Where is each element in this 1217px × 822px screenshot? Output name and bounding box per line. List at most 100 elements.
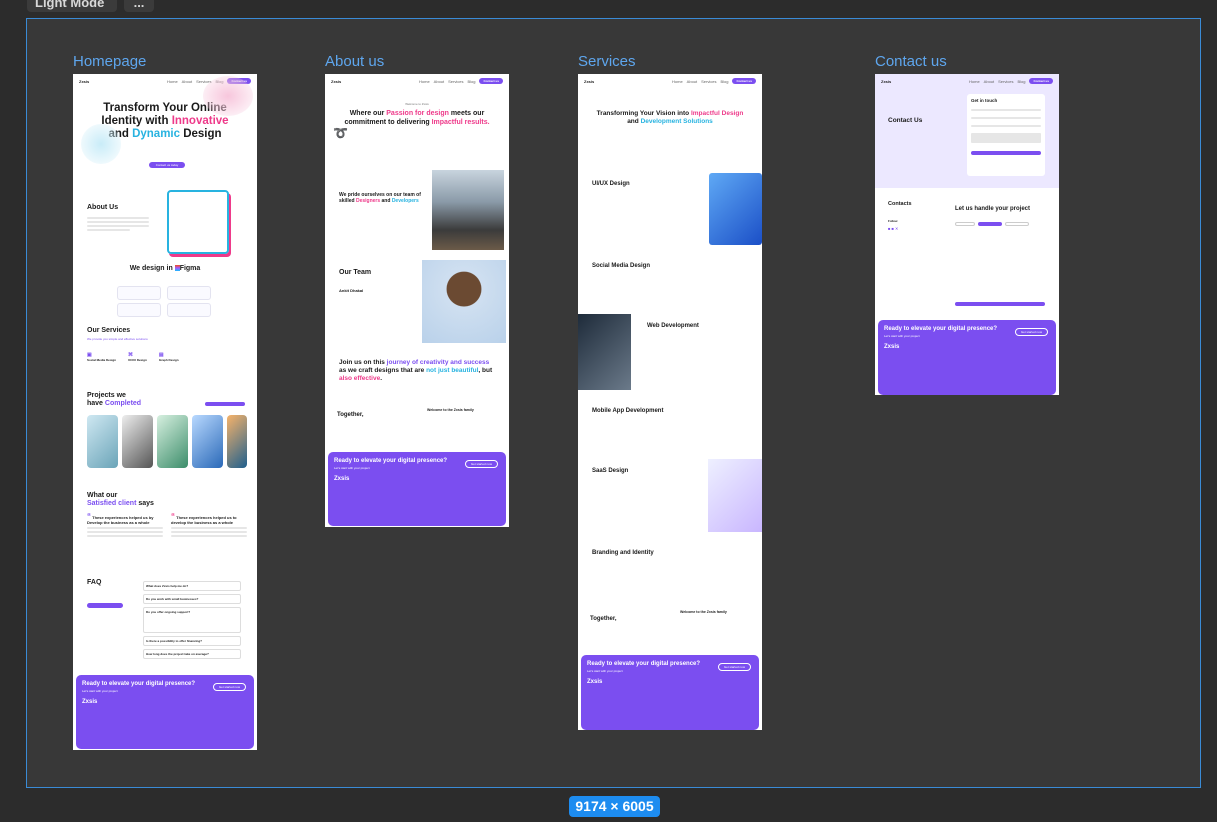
about-hero-1a: Where our <box>349 110 387 117</box>
nav-contact-button[interactable]: Contact us <box>479 78 503 84</box>
nav-home[interactable]: Home <box>672 79 683 84</box>
cta-button[interactable]: Get started now <box>464 460 498 468</box>
about-frame[interactable]: Zxsis Home About Services Blog Contact u… <box>325 74 509 527</box>
faq-contact-button[interactable] <box>87 603 123 608</box>
projects-line-2a: have <box>87 400 105 407</box>
join-1a: Join us on this <box>339 359 387 366</box>
nav-home[interactable]: Home <box>167 79 178 84</box>
testimonials-line-2b: says <box>136 500 154 507</box>
services-hero-1a: Transforming Your Vision into <box>596 110 691 117</box>
contact-title: Contact Us <box>888 117 923 124</box>
footer-logo: Zxsis <box>334 476 350 482</box>
design-in-heading: We design in Figma <box>73 265 257 272</box>
faq-item[interactable]: How long does the project take on averag… <box>143 649 241 659</box>
nav-blog[interactable]: Blog <box>467 79 475 84</box>
frame-label-services[interactable]: Services <box>578 53 636 70</box>
project-send-button[interactable] <box>955 302 1045 306</box>
projects-tab[interactable] <box>205 402 245 406</box>
join-3a: also effective <box>339 375 381 382</box>
nav-services[interactable]: Services <box>998 79 1013 84</box>
hero-line-3c: Design <box>180 128 222 140</box>
site-nav: Zxsis Home About Services Blog Contact u… <box>875 74 1059 88</box>
form-field[interactable] <box>971 125 1041 127</box>
services-title: Our Services <box>87 327 131 334</box>
join-3b: . <box>380 375 382 382</box>
projects-line-2b: Completed <box>104 400 142 407</box>
handle-project-title: Let us handle your project <box>955 206 1031 212</box>
section-social: Social Media Design <box>592 263 651 269</box>
nav-services[interactable]: Services <box>448 79 463 84</box>
form-field[interactable] <box>971 117 1041 119</box>
family-title: Welcome to the Zxsis family <box>427 408 474 412</box>
homepage-frame[interactable]: Zxsis Home About Services Blog Contact u… <box>73 74 257 750</box>
contact-frame[interactable]: Zxsis Home About Services Blog Contact u… <box>875 74 1059 395</box>
contact-form: Get in touch <box>967 94 1045 176</box>
form-send-button[interactable] <box>971 151 1041 155</box>
more-button[interactable]: ... <box>124 0 154 12</box>
about-hero-1c: meets our <box>448 110 485 117</box>
frame-label-about[interactable]: About us <box>325 53 384 70</box>
frame-label-homepage[interactable]: Homepage <box>73 53 146 70</box>
join-1b: journey of creativity and success <box>386 359 490 366</box>
nav-contact-button[interactable]: Contact us <box>1029 78 1053 84</box>
swirl-icon: ➰ <box>333 126 348 140</box>
cta-banner: Ready to elevate your digital presence? … <box>878 320 1056 395</box>
service-item: ⌘ UI/UX Design <box>128 352 147 362</box>
section-branding: Branding and Identity <box>592 550 654 556</box>
services-hero-1b: Impactful Design <box>690 110 744 117</box>
about-hero-2b: Impactful results. <box>431 119 490 126</box>
project-thumb <box>87 415 118 468</box>
project-thumb <box>157 415 188 468</box>
social-icons[interactable]: ■ ■ ✕ <box>888 226 898 231</box>
site-nav: Zxsis Home About Services Blog Contact u… <box>325 74 509 88</box>
frame-label-contact[interactable]: Contact us <box>875 53 947 70</box>
services-hero-2b: Development Solutions <box>640 118 713 125</box>
section-web: Web Development <box>647 323 699 329</box>
nav-about[interactable]: About <box>182 79 192 84</box>
form-title: Get in touch <box>971 98 998 103</box>
hero-line-3b: Dynamic <box>132 128 181 140</box>
pride-line-2c: and <box>380 198 392 204</box>
budget-chips[interactable] <box>955 222 1029 226</box>
faq-list: What does Zxsis help me do? Do you work … <box>143 581 241 659</box>
faq-item[interactable]: Do you offer ongoing support? <box>143 607 241 633</box>
cta-button[interactable]: Get started now <box>1014 328 1048 336</box>
faq-item[interactable]: Do you work with small businesses? <box>143 594 241 604</box>
nav-contact-button[interactable]: Contact us <box>732 78 756 84</box>
logo: Zxsis <box>584 78 595 84</box>
hero-button[interactable]: Contact us today <box>148 162 186 168</box>
faq-item[interactable]: What does Zxsis help me do? <box>143 581 241 591</box>
logo: Zxsis <box>331 78 342 84</box>
form-field[interactable] <box>971 109 1041 111</box>
faq-item[interactable]: Is there a possibility to offer financin… <box>143 636 241 646</box>
nav-home[interactable]: Home <box>419 79 430 84</box>
nav-services[interactable]: Services <box>701 79 716 84</box>
section-saas: SaaS Design <box>592 468 629 474</box>
hero-line-2a: Identity with <box>101 115 172 127</box>
project-thumb <box>227 415 247 468</box>
cta-banner: Ready to elevate your digital presence? … <box>581 655 759 730</box>
footer-logo: Zxsis <box>884 344 900 350</box>
form-message[interactable] <box>971 133 1041 143</box>
join-2a: as we craft designs that are <box>339 367 427 374</box>
welcome-label: Welcome to Zxsis <box>405 102 429 106</box>
cta-button[interactable]: Get started now <box>717 663 751 671</box>
hero-line-2b: Innovative <box>171 115 229 127</box>
project-thumb <box>122 415 153 468</box>
team-title: Our Team <box>339 269 372 276</box>
cta-button[interactable]: Get started now <box>212 683 246 691</box>
nav-about[interactable]: About <box>984 79 994 84</box>
project-thumb <box>192 415 223 468</box>
light-mode-toggle[interactable]: Light Mode <box>27 0 117 12</box>
nav-about[interactable]: About <box>434 79 444 84</box>
nav-home[interactable]: Home <box>969 79 980 84</box>
services-frame[interactable]: Zxsis Home About Services Blog Contact u… <box>578 74 762 730</box>
follow-label: Follow <box>888 219 898 223</box>
member-name: Ankit Dhakal <box>339 288 364 293</box>
nav-about[interactable]: About <box>687 79 697 84</box>
feature-card <box>167 286 211 300</box>
project-gallery <box>87 415 247 468</box>
nav-blog[interactable]: Blog <box>720 79 728 84</box>
nav-blog[interactable]: Blog <box>1017 79 1025 84</box>
site-nav: Zxsis Home About Services Blog Contact u… <box>578 74 762 88</box>
